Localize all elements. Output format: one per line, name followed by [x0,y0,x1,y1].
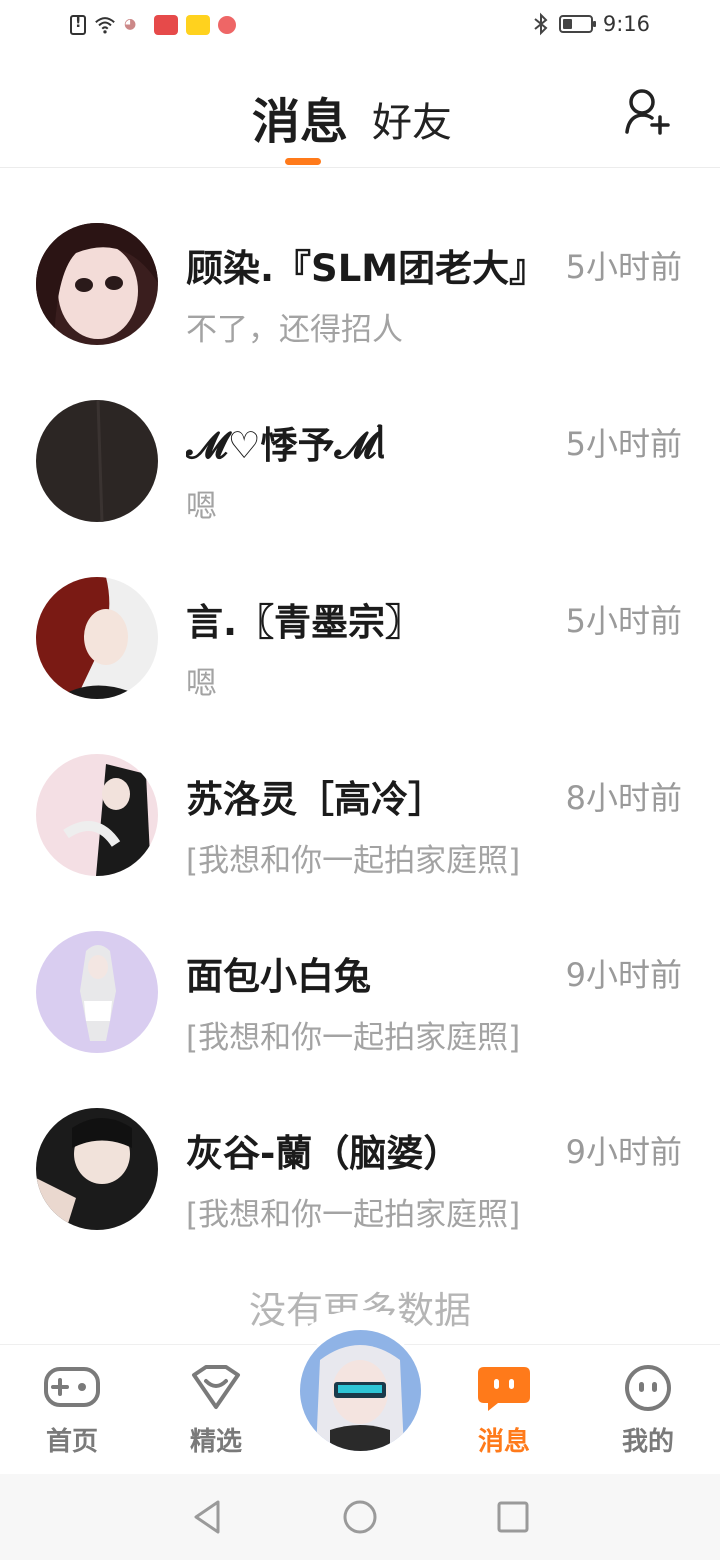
nav-me[interactable]: 我的 [588,1363,708,1458]
back-icon[interactable] [190,1498,224,1536]
nav-messages[interactable]: 消息 [444,1363,564,1458]
message-preview: 嗯 [186,666,217,702]
contact-name: 顾染.『SLM团老大』 [186,247,547,290]
status-bar: ◕ 9:16 [0,0,720,56]
message-item[interactable]: 顾染.『SLM团老大』 5小时前 不了，还得招人 [0,220,720,397]
home-icon[interactable] [342,1498,378,1536]
smiley-face-icon [625,1365,671,1411]
contact-name: 灰谷-蘭（脑婆） [186,1132,461,1175]
message-time: 5小时前 [565,248,682,286]
message-item[interactable]: 言.〖青墨宗〗 5小时前 嗯 [0,574,720,751]
contact-name: 苏洛灵［高冷］ [186,778,445,821]
message-preview: 嗯 [186,489,217,525]
header: 消息 好友 [0,56,720,168]
battery-icon [558,15,596,33]
app-notification-icon [218,16,236,34]
nav-home-label: 首页 [45,1427,98,1457]
avatar[interactable] [36,223,158,345]
message-preview: [我想和你一起拍家庭照] [186,1197,521,1233]
heart-diamond-icon [192,1365,240,1409]
nav-me-label: 我的 [621,1427,674,1457]
system-nav-bar [0,1474,720,1560]
message-preview: 不了，还得招人 [186,312,403,348]
bluetooth-icon [534,12,548,36]
alert-icon [70,15,86,35]
message-time: 5小时前 [565,425,682,463]
recents-icon[interactable] [496,1498,530,1536]
message-preview: [我想和你一起拍家庭照] [186,1020,521,1056]
nav-featured[interactable]: 精选 [156,1363,276,1458]
clock: 9:16 [602,12,650,36]
app-notification-icon: ◕ [124,16,137,32]
wifi-icon [95,17,115,34]
message-item[interactable]: 面包小白兔 9小时前 [我想和你一起拍家庭照] [0,928,720,1105]
avatar[interactable] [36,1108,158,1230]
app-notification-icon [154,15,178,35]
message-time: 5小时前 [565,602,682,640]
message-item[interactable]: 灰谷-蘭（脑婆） 9小时前 [我想和你一起拍家庭照] [0,1105,720,1282]
status-notifications: ◕ [70,14,236,36]
nav-messages-label: 消息 [477,1427,530,1457]
tab-messages[interactable]: 消息 [252,82,348,152]
app-notification-icon [186,15,210,35]
contact-name: 面包小白兔 [186,955,371,998]
message-item[interactable]: 𝓜♡悸予𝓜ᥣ 5小时前 嗯 [0,397,720,574]
avatar[interactable] [36,754,158,876]
gamepad-icon [44,1367,100,1407]
message-time: 9小时前 [565,956,682,994]
status-system: 9:16 [533,12,650,36]
contact-name: 言.〖青墨宗〗 [186,601,423,644]
message-list: 顾染.『SLM团老大』 5小时前 不了，还得招人 𝓜♡悸予𝓜ᥣ 5小时前 嗯 言… [0,220,720,1282]
message-item[interactable]: 苏洛灵［高冷］ 8小时前 [我想和你一起拍家庭照] [0,751,720,928]
contact-name: 𝓜♡悸予𝓜ᥣ [186,424,387,467]
avatar[interactable] [36,577,158,699]
nav-home[interactable]: 首页 [12,1363,132,1458]
message-time: 9小时前 [565,1133,682,1171]
center-avatar-button[interactable] [297,1327,424,1454]
message-preview: [我想和你一起拍家庭照] [186,843,521,879]
message-time: 8小时前 [565,779,682,817]
avatar[interactable] [36,400,158,522]
add-friend-icon[interactable] [622,86,674,138]
nav-featured-label: 精选 [189,1427,242,1457]
chat-bubble-icon [478,1367,530,1411]
tab-indicator [285,158,321,165]
tab-friends[interactable]: 好友 [372,90,452,148]
avatar[interactable] [36,931,158,1053]
